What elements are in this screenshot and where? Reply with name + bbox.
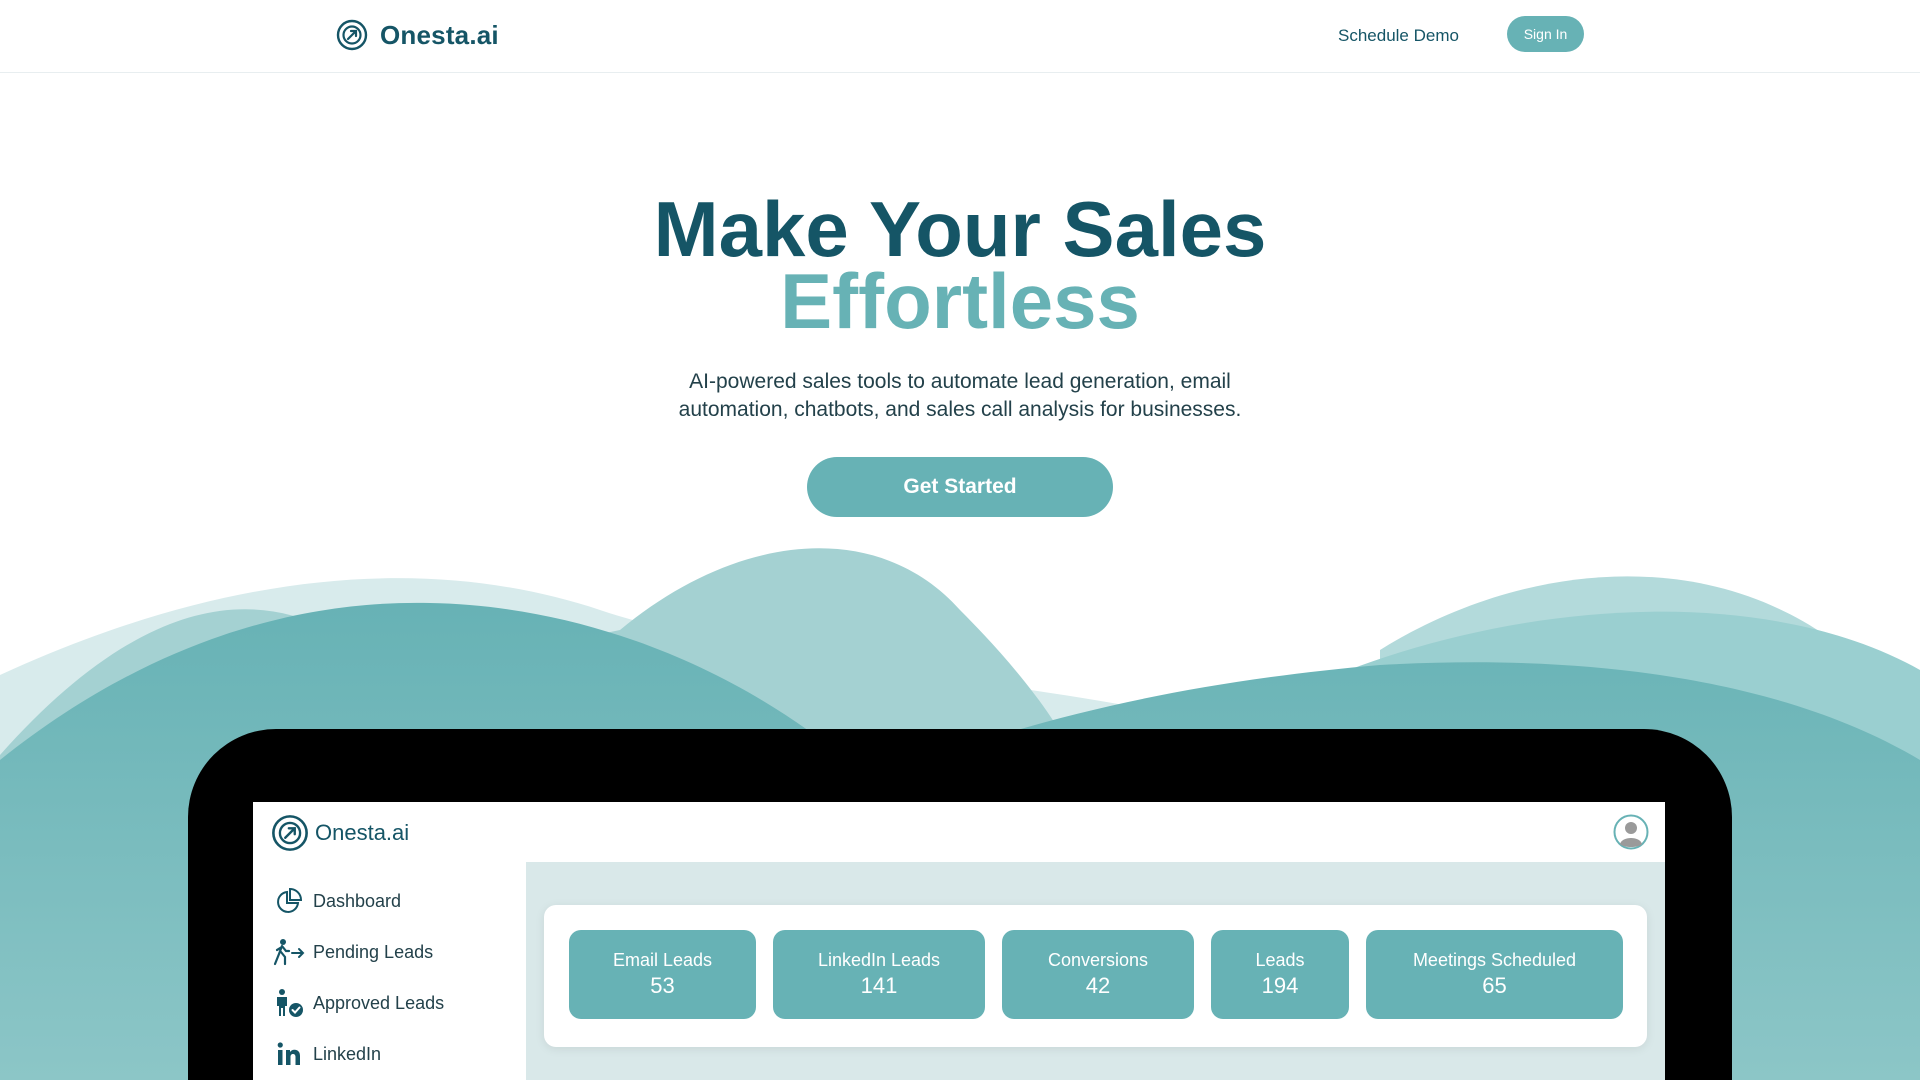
stats-panel: Email Leads 53 LinkedIn Leads 141 Conver… [544,905,1647,1047]
sidebar-item-approved-leads[interactable]: Approved Leads [273,987,444,1019]
stat-email-leads: Email Leads 53 [569,930,756,1019]
stat-conversions: Conversions 42 [1002,930,1194,1019]
hero-subtitle: AI-powered sales tools to automate lead … [560,368,1360,424]
onesta-logo-icon [272,815,308,851]
dashboard-main: Email Leads 53 LinkedIn Leads 141 Conver… [526,862,1665,1080]
walking-person-icon [273,936,305,968]
stat-linkedin-leads: LinkedIn Leads 141 [773,930,985,1019]
stat-label: Leads [1255,950,1305,970]
sidebar-item-label: Dashboard [313,890,402,911]
linkedin-icon [273,1038,305,1070]
hero-subtitle-line2: automation, chatbots, and sales call ana… [678,398,1242,421]
sidebar-item-label: LinkedIn [313,1043,382,1064]
sidebar-item-label: Pending Leads [313,941,434,962]
sidebar-item-dashboard[interactable]: Dashboard [273,885,401,917]
brand-name: Onesta.ai [380,19,499,50]
stat-label: Conversions [1047,950,1149,970]
stat-label: Email Leads [612,950,713,970]
stat-label: Meetings Scheduled [1412,950,1577,970]
stat-leads: Leads 194 [1211,930,1349,1019]
schedule-demo-link[interactable]: Schedule Demo [1338,26,1459,46]
stat-value: 141 [860,973,898,998]
stat-value: 194 [1261,973,1299,998]
sign-in-button[interactable]: Sign In [1507,16,1584,52]
sidebar-item-linkedin[interactable]: LinkedIn [273,1038,381,1070]
dashboard-sidebar: Dashboard Pending Leads Approved Leads L… [253,862,526,1080]
sidebar-item-label: Approved Leads [313,992,445,1013]
dashboard-preview: Onesta.ai Dashboard Pending Leads Approv… [253,802,1665,1080]
stat-value: 65 [1482,973,1507,998]
user-avatar-icon[interactable] [1613,814,1649,850]
sidebar-item-pending-leads[interactable]: Pending Leads [273,936,433,968]
top-navbar: Onesta.ai Schedule Demo Sign In [0,0,1920,73]
stat-value: 42 [1085,973,1111,998]
pie-chart-icon [273,885,305,917]
get-started-button[interactable]: Get Started [807,457,1113,517]
stat-label: LinkedIn Leads [817,950,941,970]
hero-subtitle-line1: AI-powered sales tools to automate lead … [689,370,1231,393]
person-check-icon [273,987,305,1019]
stat-meetings-scheduled: Meetings Scheduled 65 [1366,930,1623,1019]
brand-logo-link[interactable]: Onesta.ai [336,19,499,51]
hero-title-line2: Effortless [780,257,1140,345]
onesta-logo-icon [336,19,368,51]
hero-title-line1: Make Your Sales [653,185,1267,273]
stat-value: 53 [650,973,675,998]
app-brand-name: Onesta.ai [315,820,410,845]
app-brand: Onesta.ai [271,814,409,852]
